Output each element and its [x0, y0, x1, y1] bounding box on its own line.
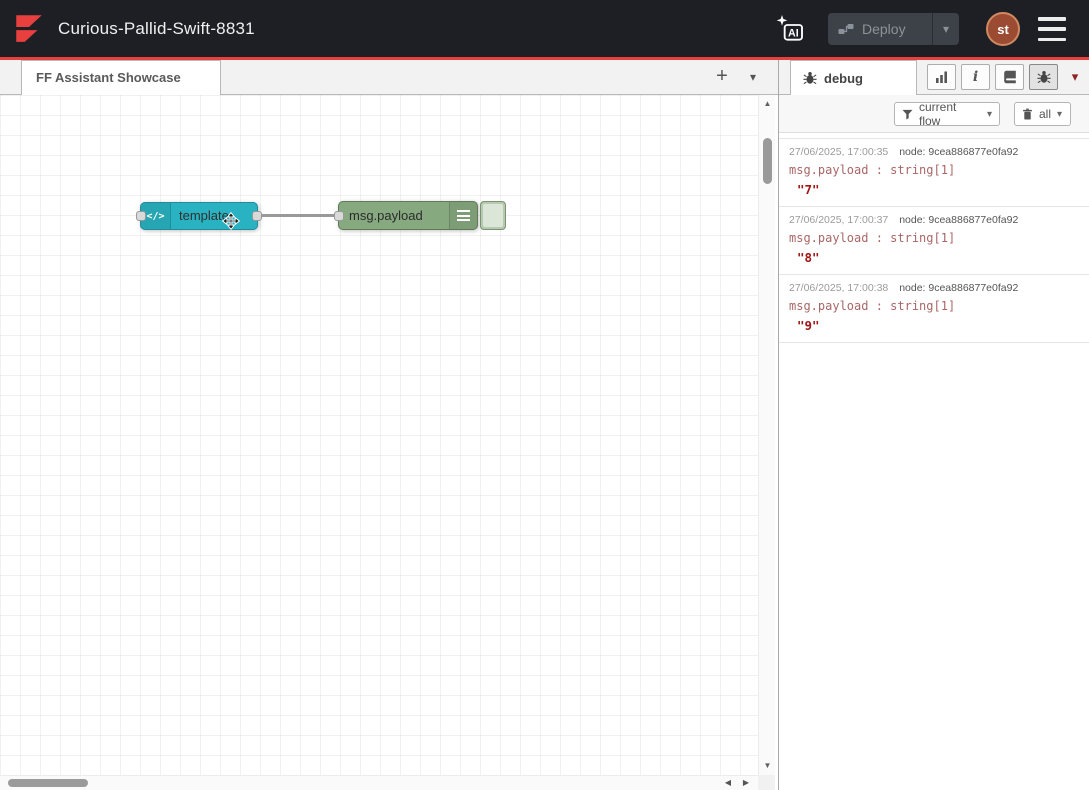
bug-icon	[1037, 70, 1051, 84]
scrollbar-corner	[758, 775, 775, 790]
chart-icon	[935, 70, 949, 84]
sidebar-tab-debug[interactable]: debug	[790, 60, 917, 95]
move-cursor-icon	[221, 211, 241, 231]
menu-icon-bar	[1038, 17, 1066, 21]
tab-label: FF Assistant Showcase	[36, 70, 181, 85]
debug-message-list: 27/06/2025, 17:00:35 node: 9cea886877e0f…	[779, 133, 1089, 343]
svg-text:AI: AI	[788, 27, 799, 39]
header: Curious-Pallid-Swift-8831 AI Deploy ▾ st	[0, 0, 1089, 60]
trash-icon	[1022, 108, 1033, 120]
debug-message-meta: 27/06/2025, 17:00:37 node: 9cea886877e0f…	[789, 214, 1079, 226]
add-flow-button[interactable]: +	[708, 60, 736, 94]
wire[interactable]	[256, 214, 342, 217]
ai-assistant-icon: AI	[774, 13, 806, 45]
debug-value[interactable]: "8"	[789, 250, 1079, 265]
debug-timestamp: 27/06/2025, 17:00:35	[789, 146, 888, 158]
chevron-down-icon: ▾	[987, 109, 992, 120]
book-icon	[1003, 70, 1017, 84]
debug-message[interactable]: 27/06/2025, 17:00:38 node: 9cea886877e0f…	[779, 275, 1089, 343]
node-red-app: Curious-Pallid-Swift-8831 AI Deploy ▾ st	[0, 0, 1089, 790]
deploy-label: Deploy	[862, 21, 906, 37]
sidebar-tab-debug-icon[interactable]	[1029, 64, 1058, 90]
filter-icon	[902, 109, 913, 120]
scroll-down-arrow-icon[interactable]: ▼	[759, 759, 776, 773]
debug-message-meta: 27/06/2025, 17:00:38 node: 9cea886877e0f…	[789, 282, 1079, 294]
debug-value[interactable]: "7"	[789, 182, 1079, 197]
node-debug[interactable]: msg.payload	[338, 201, 478, 230]
debug-filter-bar: current flow ▾ all ▾	[779, 95, 1089, 133]
debug-filter-button[interactable]: current flow ▾	[894, 102, 1000, 126]
input-port[interactable]	[136, 211, 146, 221]
deploy-icon	[838, 22, 854, 36]
input-port[interactable]	[334, 211, 344, 221]
debug-list-icon	[449, 202, 477, 229]
debug-property[interactable]: msg.payload : string[1]	[789, 299, 1079, 313]
debug-property[interactable]: msg.payload : string[1]	[789, 163, 1079, 177]
sidebar-tab-help[interactable]	[995, 64, 1024, 90]
debug-timestamp: 27/06/2025, 17:00:37	[789, 214, 888, 226]
horizontal-scroll-thumb[interactable]	[8, 779, 88, 787]
deploy-button[interactable]: Deploy ▾	[828, 13, 959, 45]
chevron-down-icon: ▾	[1057, 109, 1062, 120]
debug-value[interactable]: "9"	[789, 318, 1079, 333]
sidebar: debug i	[778, 60, 1089, 790]
deploy-options-chevron-icon[interactable]: ▾	[933, 22, 959, 36]
debug-node-id: node: 9cea886877e0fa92	[899, 146, 1018, 158]
avatar-initials: st	[997, 22, 1009, 37]
user-avatar[interactable]: st	[986, 12, 1020, 46]
menu-icon-bar	[1038, 27, 1066, 31]
scroll-up-arrow-icon[interactable]: ▲	[759, 97, 776, 111]
sidebar-tabbar: debug i	[779, 60, 1089, 95]
debug-property[interactable]: msg.payload : string[1]	[789, 231, 1079, 245]
output-port[interactable]	[252, 211, 262, 221]
workspace-tabbar: FF Assistant Showcase + ▾	[0, 60, 778, 95]
scroll-right-arrow-icon[interactable]: ▶	[738, 776, 754, 790]
debug-timestamp: 27/06/2025, 17:00:38	[789, 282, 888, 294]
debug-clear-button[interactable]: all ▾	[1014, 102, 1071, 126]
scroll-left-arrow-icon[interactable]: ◀	[720, 776, 736, 790]
ai-assistant-button[interactable]: AI	[770, 11, 810, 47]
vertical-scrollbar[interactable]: ▲ ▼	[758, 95, 775, 775]
debug-message[interactable]: 27/06/2025, 17:00:35 node: 9cea886877e0f…	[779, 138, 1089, 207]
clear-scope-label: all	[1039, 107, 1051, 121]
debug-node-id: node: 9cea886877e0fa92	[899, 282, 1018, 294]
flow-canvas[interactable]: </> template msg.payload	[0, 95, 758, 775]
menu-icon-bar	[1038, 38, 1066, 42]
bug-icon	[803, 71, 817, 85]
flow-list-chevron-icon[interactable]: ▾	[740, 60, 766, 94]
flowfuse-logo	[12, 11, 46, 45]
info-icon: i	[973, 69, 978, 85]
vertical-scroll-thumb[interactable]	[763, 138, 772, 184]
debug-enable-toggle[interactable]	[480, 201, 506, 230]
main-menu-button[interactable]	[1038, 17, 1066, 41]
debug-message[interactable]: 27/06/2025, 17:00:37 node: 9cea886877e0f…	[779, 207, 1089, 275]
sidebar-tab-info[interactable]: i	[961, 64, 990, 90]
horizontal-scrollbar[interactable]: ◀ ▶	[0, 775, 758, 790]
debug-message-meta: 27/06/2025, 17:00:35 node: 9cea886877e0f…	[789, 146, 1079, 158]
sidebar-tab-dashboard[interactable]	[927, 64, 956, 90]
instance-title: Curious-Pallid-Swift-8831	[58, 0, 255, 57]
filter-label: current flow	[919, 100, 981, 128]
debug-node-id: node: 9cea886877e0fa92	[899, 214, 1018, 226]
tab-ff-assistant-showcase[interactable]: FF Assistant Showcase	[21, 60, 221, 95]
sidebar-tab-label: debug	[824, 71, 863, 86]
node-label: msg.payload	[349, 202, 423, 229]
sidebar-options-chevron-icon[interactable]: ▾	[1063, 64, 1087, 90]
